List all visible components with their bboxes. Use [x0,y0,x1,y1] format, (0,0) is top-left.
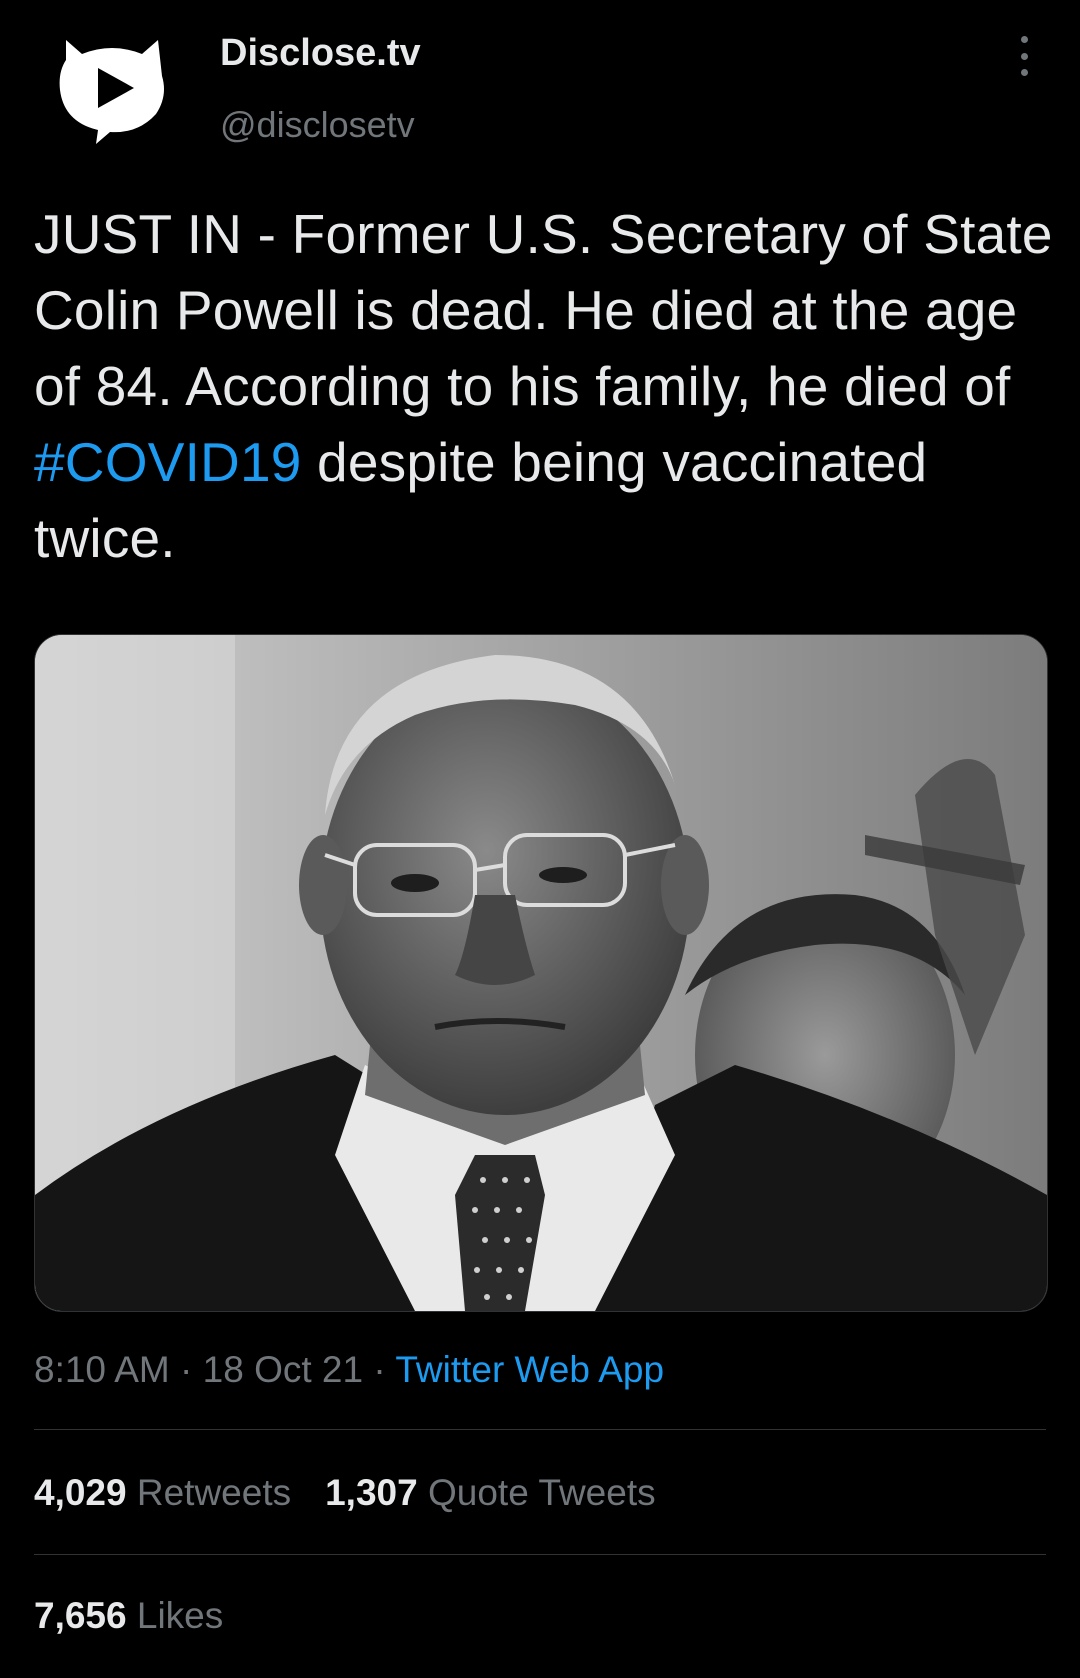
likes-label: Likes [136,1595,224,1636]
tweet-date[interactable]: 18 Oct 21 [203,1349,363,1390]
author-block[interactable]: Disclose.tv @disclosetv [220,30,421,148]
retweets-stat[interactable]: 4,029 Retweets [34,1469,291,1517]
quote-tweets-stat[interactable]: 1,307 Quote Tweets [325,1469,656,1517]
author-handle[interactable]: @disclosetv [220,102,421,148]
more-options-icon[interactable] [1012,36,1036,76]
divider [34,1554,1046,1555]
likes-row: 7,656 Likes [34,1592,257,1640]
tweet-meta: 8:10 AM · 18 Oct 21 · Twitter Web App [34,1346,664,1394]
quotes-label: Quote Tweets [427,1472,656,1513]
likes-stat[interactable]: 7,656 Likes [34,1592,223,1640]
tweet-source-link[interactable]: Twitter Web App [395,1349,664,1390]
disclosetv-logo-icon[interactable] [52,36,172,146]
tweet-text-body: JUST IN - Former U.S. Secretary of State… [34,203,1053,417]
more-dot [1020,36,1028,43]
hashtag-link[interactable]: #COVID19 [34,431,302,493]
tweet-photo[interactable] [34,634,1048,1312]
likes-count: 7,656 [34,1595,127,1636]
tweet: Disclose.tv @disclosetv JUST IN - Former… [0,0,1080,1678]
quotes-count: 1,307 [325,1472,418,1513]
meta-separator: · [169,1349,203,1390]
more-dot [1020,69,1028,76]
retweets-label: Retweets [136,1472,292,1513]
divider [34,1429,1046,1430]
engagement-stats: 4,029 Retweets 1,307 Quote Tweets [34,1469,690,1517]
retweets-count: 4,029 [34,1472,127,1513]
more-dot [1020,52,1028,60]
author-display-name[interactable]: Disclose.tv [220,30,421,76]
meta-separator: · [363,1349,396,1390]
tweet-text: JUST IN - Former U.S. Secretary of State… [34,196,1054,576]
tweet-time[interactable]: 8:10 AM [34,1349,170,1390]
